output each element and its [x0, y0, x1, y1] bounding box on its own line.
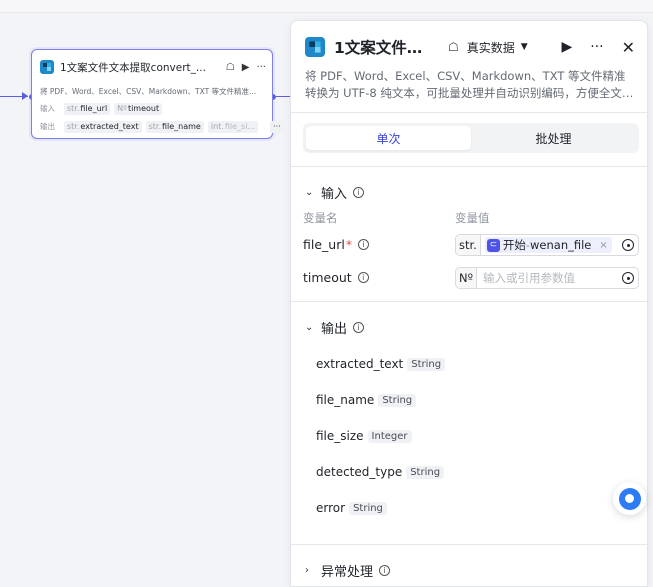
input-chip: str.file_url — [64, 102, 111, 115]
divider — [291, 301, 647, 302]
inputs-label: 输入 — [40, 104, 55, 113]
node-header: 1文案文件文本提取convert_... ☖ ▶ ··· — [40, 59, 266, 75]
info-icon[interactable]: i — [353, 187, 365, 198]
outgoing-edge — [276, 96, 290, 97]
output-chip: str.extracted_text — [64, 120, 142, 133]
type-badge: String — [378, 393, 417, 407]
file-url-value-field[interactable]: str. ⊂ 开始 - wenan_file × — [455, 234, 639, 256]
more-icon[interactable]: ··· — [256, 62, 266, 73]
panel-title[interactable]: 1文案文件… — [334, 36, 438, 58]
remove-reference-icon[interactable]: × — [599, 240, 607, 251]
tab-single[interactable]: 单次 — [306, 126, 471, 150]
divider — [291, 544, 647, 545]
more-icon[interactable]: ··· — [590, 39, 603, 55]
node-inputs-row: 输入 str.file_url Nºtimeout — [40, 102, 163, 115]
data-mode-dropdown[interactable]: 真实数据 ▼ — [467, 39, 528, 56]
chevron-right-icon: › — [305, 565, 309, 576]
type-badge: String — [407, 357, 446, 371]
exception-section-title: 异常处理 — [321, 565, 374, 580]
timeout-value-field[interactable]: Nº 输入或引用参数值 — [455, 267, 639, 289]
info-icon[interactable]: i — [357, 272, 369, 283]
outputs-label: 输出 — [40, 122, 55, 131]
plugin-icon — [40, 60, 54, 74]
assistant-float-button[interactable] — [613, 482, 646, 515]
output-item: detected_type String — [316, 465, 445, 479]
variable-reference-tag[interactable]: ⊂ 开始 - wenan_file × — [484, 237, 612, 253]
run-mode-tabs: 单次 批处理 — [303, 123, 639, 153]
type-badge: String — [349, 501, 387, 515]
node-description: 将 PDF、Word、Excel、CSV、Markdown、TXT 等文件精准.… — [40, 87, 257, 96]
divider — [291, 166, 647, 167]
data-mode-label: 真实数据 — [466, 40, 515, 55]
output-item: extracted_text String — [316, 357, 446, 371]
output-item: file_name String — [316, 393, 417, 407]
reference-target-icon[interactable] — [622, 239, 634, 251]
param-timeout: timeout i — [303, 270, 369, 285]
panel-description: 将 PDF、Word、Excel、CSV、Markdown、TXT 等文件精准转… — [305, 69, 634, 100]
output-item: file_size Integer — [316, 429, 412, 443]
input-section-header[interactable]: ⌄ 输入 i — [305, 183, 365, 202]
info-icon[interactable]: i — [353, 322, 365, 333]
run-icon[interactable]: ▶ — [242, 62, 250, 73]
panel-header: 1文案文件… ☖ 真实数据 ▼ ▶ ··· ✕ — [305, 35, 635, 59]
column-header-name: 变量名 — [303, 211, 338, 225]
info-icon[interactable]: i — [358, 239, 370, 250]
start-node-icon: ⊂ — [486, 238, 500, 252]
more-outputs-button[interactable]: ··· — [270, 120, 284, 133]
close-icon[interactable]: ✕ — [622, 38, 635, 57]
output-section-header[interactable]: ⌄ 输出 i — [305, 318, 365, 337]
type-label: str. — [456, 235, 481, 255]
debug-icon[interactable]: ☖ — [226, 62, 235, 73]
timeout-input[interactable]: 输入或引用参数值 — [483, 270, 575, 286]
exception-section-header[interactable]: › 异常处理 i — [305, 561, 391, 580]
chat-icon — [618, 487, 641, 510]
type-badge: Integer — [367, 429, 412, 443]
type-badge: String — [406, 465, 445, 479]
param-file-url: file_url * i — [303, 237, 370, 252]
tab-batch[interactable]: 批处理 — [471, 126, 636, 150]
output-chip: str.file_name — [145, 120, 204, 133]
info-icon[interactable]: i — [379, 565, 391, 576]
output-item: error String — [316, 501, 387, 515]
node-title: 1文案文件文本提取convert_... — [60, 61, 206, 74]
input-chip: Nºtimeout — [114, 102, 163, 115]
plugin-icon — [305, 37, 325, 57]
workflow-node[interactable]: 1文案文件文本提取convert_... ☖ ▶ ··· 将 PDF、Word、… — [31, 49, 284, 139]
caret-down-icon: ▼ — [520, 42, 528, 52]
node-outputs-row: 输出 str.extracted_text str.file_name int.… — [40, 120, 284, 133]
node-config-panel: 1文案文件… ☖ 真实数据 ▼ ▶ ··· ✕ 将 PDF、Word、Excel… — [290, 20, 648, 587]
divider — [291, 112, 647, 113]
run-icon[interactable]: ▶ — [561, 39, 572, 55]
required-mark: * — [345, 237, 353, 252]
column-header-value: 变量值 — [455, 211, 490, 225]
output-section-title: 输出 — [321, 322, 348, 337]
debug-icon[interactable]: ☖ — [448, 40, 459, 54]
reference-target-icon[interactable] — [622, 272, 634, 284]
chevron-down-icon: ⌄ — [305, 187, 314, 198]
canvas-top-bar — [0, 0, 653, 13]
chevron-down-icon: ⌄ — [305, 322, 314, 333]
output-chip: int.file_si... — [207, 120, 259, 133]
input-section-title: 输入 — [321, 187, 348, 202]
type-label: Nº — [456, 268, 478, 288]
